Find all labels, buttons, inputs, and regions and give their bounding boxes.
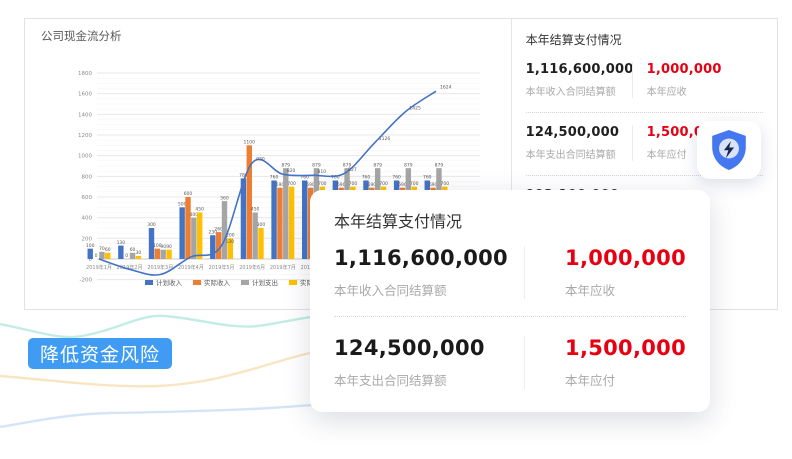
svg-text:300: 300 (257, 222, 266, 228)
panel-cell: 124,500,000 本年支出合同结算额 (526, 125, 632, 161)
svg-text:760: 760 (423, 175, 432, 181)
svg-text:700: 700 (441, 181, 450, 187)
svg-text:1000: 1000 (78, 154, 92, 160)
svg-text:450: 450 (195, 207, 204, 213)
svg-text:1600: 1600 (78, 92, 92, 98)
svg-text:690: 690 (429, 182, 438, 188)
svg-text:700: 700 (287, 181, 296, 187)
settlement-popup: 本年结算支付情况 1,116,600,000 本年收入合同结算额 1,000,0… (310, 190, 710, 412)
svg-text:930: 930 (256, 156, 265, 162)
svg-text:500: 500 (178, 202, 187, 208)
svg-text:30: 30 (136, 250, 142, 256)
divider (526, 112, 763, 113)
popup-row-income: 1,116,600,000 本年收入合同结算额 1,000,000 本年应收 (334, 246, 686, 299)
svg-text:700: 700 (379, 181, 388, 187)
popup-expense-settled-label: 本年支出合同结算额 (334, 370, 524, 389)
svg-text:690: 690 (398, 182, 407, 188)
svg-text:700: 700 (318, 181, 327, 187)
popup-income-settled-label: 本年收入合同结算额 (334, 280, 524, 299)
popup-cell: 124,500,000 本年支出合同结算额 (334, 336, 524, 389)
svg-text:300: 300 (147, 222, 156, 228)
svg-text:560: 560 (220, 195, 229, 201)
reduce-risk-badge[interactable]: 降低资金风险 (28, 338, 172, 369)
svg-text:2019年1月: 2019年1月 (86, 264, 112, 271)
security-shortcut-card[interactable] (697, 121, 761, 179)
popup-payable-value: 1,500,000 (565, 336, 686, 360)
svg-text:2019年7月: 2019年7月 (270, 264, 296, 271)
svg-text:400: 400 (82, 216, 93, 222)
popup-income-settled-value: 1,116,600,000 (334, 246, 524, 270)
svg-text:879: 879 (312, 162, 321, 168)
svg-text:827: 827 (348, 167, 357, 173)
svg-text:700: 700 (410, 181, 419, 187)
svg-text:820: 820 (287, 168, 296, 174)
expense-settled-label: 本年支出合同结算额 (526, 146, 632, 161)
divider (334, 316, 686, 317)
popup-cell: 1,000,000 本年应收 (524, 246, 686, 299)
svg-text:1400: 1400 (78, 112, 92, 118)
receivable-value: 1,000,000 (647, 62, 722, 77)
svg-text:760: 760 (270, 175, 279, 181)
svg-text:690: 690 (276, 182, 285, 188)
income-settled-label: 本年收入合同结算额 (526, 83, 632, 98)
svg-text:实际收入: 实际收入 (204, 278, 231, 287)
svg-text:800: 800 (82, 174, 93, 180)
shield-lightning-icon (710, 129, 748, 171)
receivable-label: 本年应收 (647, 83, 722, 98)
income-settled-value: 1,116,600,000 (526, 62, 632, 77)
svg-text:879: 879 (435, 162, 444, 168)
svg-text:130: 130 (117, 240, 126, 246)
svg-text:450: 450 (251, 207, 260, 213)
svg-text:600: 600 (184, 191, 193, 197)
panel-cell: 1,116,600,000 本年收入合同结算额 (526, 62, 632, 98)
panel-title: 本年结算支付情况 (526, 31, 763, 48)
panel-cell: 1,000,000 本年应收 (632, 62, 722, 98)
svg-text:1200: 1200 (78, 133, 92, 139)
svg-text:1100: 1100 (244, 140, 256, 146)
svg-text:130: 130 (226, 239, 235, 245)
svg-text:计划支出: 计划支出 (252, 278, 278, 287)
expense-settled-value: 124,500,000 (526, 125, 632, 140)
popup-receivable-label: 本年应收 (565, 280, 686, 299)
popup-row-expense: 124,500,000 本年支出合同结算额 1,500,000 本年应付 (334, 336, 686, 389)
svg-text:200: 200 (82, 236, 93, 242)
svg-text:700: 700 (349, 181, 358, 187)
popup-receivable-value: 1,000,000 (565, 246, 686, 270)
svg-text:690: 690 (306, 182, 315, 188)
popup-cell: 1,116,600,000 本年收入合同结算额 (334, 246, 524, 299)
svg-text:2019年6月: 2019年6月 (239, 264, 265, 271)
svg-text:0: 0 (125, 253, 128, 259)
svg-text:60: 60 (105, 247, 111, 253)
svg-text:400: 400 (190, 212, 199, 218)
svg-text:0: 0 (95, 253, 98, 259)
svg-text:260: 260 (214, 226, 223, 232)
svg-text:760: 760 (362, 175, 371, 181)
svg-text:760: 760 (392, 175, 401, 181)
svg-text:1425: 1425 (409, 105, 421, 111)
svg-text:600: 600 (82, 195, 93, 201)
popup-payable-label: 本年应付 (565, 370, 686, 389)
popup-expense-settled-value: 124,500,000 (334, 336, 524, 360)
svg-text:810: 810 (317, 169, 326, 175)
svg-text:690: 690 (337, 182, 346, 188)
svg-text:879: 879 (373, 162, 382, 168)
svg-text:879: 879 (281, 162, 290, 168)
panel-row-income: 1,116,600,000 本年收入合同结算额 1,000,000 本年应收 (526, 58, 763, 108)
svg-text:-200: -200 (80, 278, 93, 284)
svg-text:1126: 1126 (379, 136, 391, 142)
popup-title: 本年结算支付情况 (334, 208, 686, 232)
svg-text:690: 690 (368, 182, 377, 188)
svg-text:879: 879 (404, 162, 413, 168)
svg-text:1624: 1624 (440, 85, 452, 91)
svg-text:90: 90 (166, 244, 172, 250)
svg-text:1800: 1800 (78, 71, 92, 77)
dashboard-page: 公司现金流分析 18001600140012001000800600400200… (0, 0, 792, 459)
svg-text:2019年4月: 2019年4月 (178, 264, 204, 271)
svg-text:100: 100 (86, 243, 95, 249)
popup-cell: 1,500,000 本年应付 (524, 336, 686, 389)
svg-text:2019年5月: 2019年5月 (209, 264, 235, 271)
svg-text:计划收入: 计划收入 (156, 278, 183, 287)
